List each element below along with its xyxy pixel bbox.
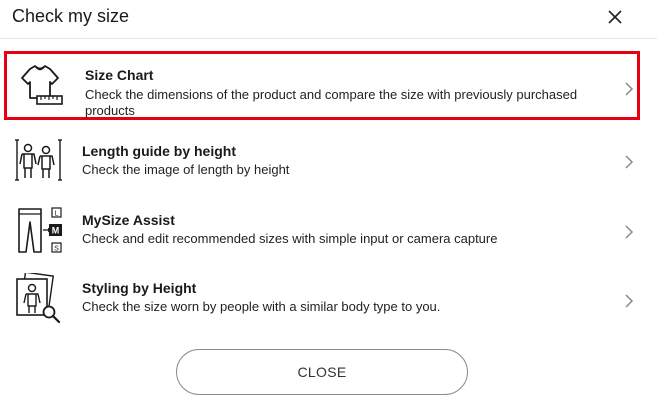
option-mysize-assist[interactable]: L M S MySize Assist Check and edit recom…: [4, 200, 640, 262]
photo-search-icon: [14, 271, 64, 324]
tshirt-ruler-icon: [15, 60, 65, 110]
option-description: Check the image of length by height: [82, 162, 290, 177]
option-description: Check the dimensions of the product and …: [85, 87, 578, 118]
option-size-chart[interactable]: Size Chart Check the dimensions of the p…: [4, 51, 640, 120]
size-label-l: L: [55, 210, 59, 217]
option-title: Styling by Height: [82, 280, 197, 296]
dialog-header: Check my size: [0, 0, 657, 39]
check-my-size-dialog: Check my size Size Chart Check the dimen…: [0, 0, 657, 403]
pants-size-icon: L M S: [14, 206, 64, 256]
close-icon[interactable]: [604, 6, 626, 28]
dialog-title: Check my size: [12, 6, 130, 26]
option-title: Length guide by height: [82, 143, 236, 159]
height-figures-icon: [14, 136, 64, 186]
option-styling-by-height[interactable]: Styling by Height Check the size worn by…: [4, 268, 640, 330]
option-description: Check the size worn by people with a sim…: [82, 299, 441, 314]
chevron-right-icon: [624, 81, 634, 97]
size-label-m: M: [52, 226, 60, 236]
option-title: Size Chart: [85, 67, 154, 83]
chevron-right-icon: [624, 293, 634, 309]
chevron-right-icon: [624, 154, 634, 170]
option-description: Check and edit recommended sizes with si…: [82, 231, 498, 246]
chevron-right-icon: [624, 224, 634, 240]
option-title: MySize Assist: [82, 212, 175, 228]
option-length-guide[interactable]: Length guide by height Check the image o…: [4, 130, 640, 192]
size-label-s: S: [54, 245, 59, 252]
close-button[interactable]: CLOSE: [176, 349, 468, 395]
